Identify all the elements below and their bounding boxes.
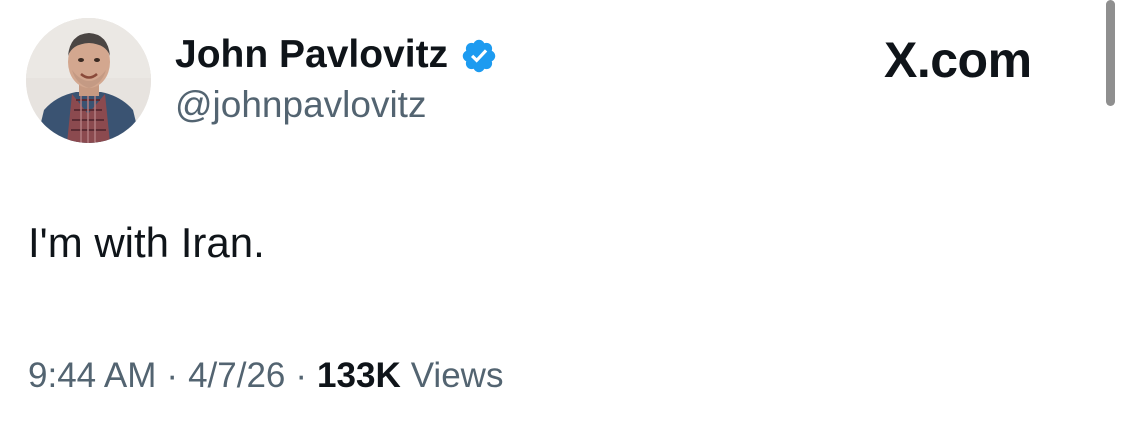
avatar[interactable]: [26, 18, 151, 143]
author-handle[interactable]: @johnpavlovitz: [175, 82, 426, 128]
scrollbar[interactable]: [1106, 0, 1115, 106]
meta-separator: ·: [166, 356, 179, 395]
display-name[interactable]: John Pavlovitz: [175, 30, 448, 80]
verified-badge-icon: [460, 37, 498, 75]
views-label: Views: [410, 356, 504, 395]
meta-separator: ·: [295, 356, 308, 395]
tweet-text: I'm with Iran.: [28, 219, 265, 266]
tweet-card: John Pavlovitz @johnpavlovitz X.com I'm …: [0, 0, 1125, 443]
author-header: John Pavlovitz: [175, 30, 498, 80]
views-count[interactable]: 133K: [317, 352, 401, 400]
tweet-time[interactable]: 9:44 AM: [28, 352, 156, 400]
tweet-date[interactable]: 4/7/26: [188, 352, 285, 400]
tweet-meta: 9:44 AM · 4/7/26 · 133K Views: [28, 352, 503, 400]
brand-logo: X.com: [884, 32, 1032, 88]
avatar-image: [26, 18, 151, 143]
